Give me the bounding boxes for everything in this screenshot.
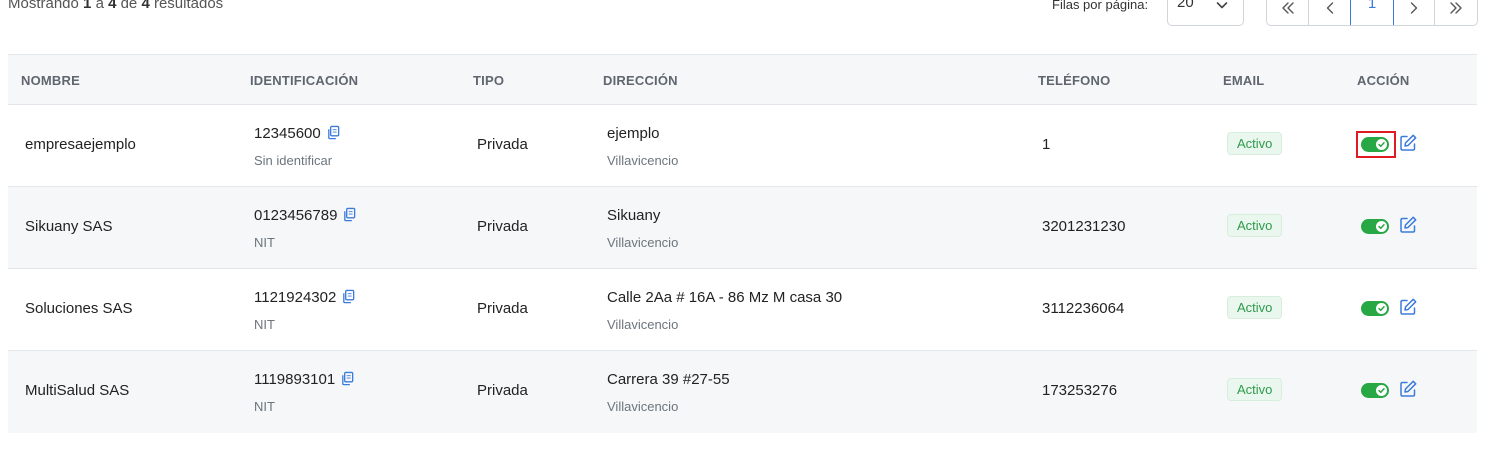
status-toggle[interactable]: [1361, 219, 1389, 234]
company-id-type: NIT: [254, 235, 275, 250]
company-id-type: NIT: [254, 399, 275, 414]
company-phone: 3112236064: [1042, 300, 1125, 317]
company-id-value: 0123456789: [254, 207, 338, 224]
company-type: Privada: [477, 382, 528, 399]
company-address: Carrera 39 #27-55: [607, 371, 730, 388]
summary-of: de: [120, 0, 138, 12]
company-id: 1121924302: [254, 289, 356, 306]
company-name: empresaejemplo: [25, 136, 136, 153]
company-address: Calle 2Aa # 16A - 86 Mz M casa 30: [607, 289, 843, 306]
company-city: Villavicencio: [607, 153, 679, 168]
toggle-knob: [1376, 221, 1387, 232]
chevron-right-icon: [1410, 2, 1417, 14]
header-type[interactable]: TIPO: [473, 73, 504, 88]
status-toggle[interactable]: [1361, 301, 1389, 316]
header-action: ACCIÓN: [1357, 73, 1410, 88]
company-address: ejemplo: [607, 125, 660, 142]
company-type: Privada: [477, 218, 528, 235]
check-icon: [1378, 224, 1385, 230]
summary-from: 1: [83, 0, 92, 12]
company-id-value: 1119893101: [254, 371, 336, 388]
status-badge: Activo: [1227, 214, 1283, 237]
highlight-box: [1356, 131, 1396, 158]
copy-icon[interactable]: [340, 371, 355, 386]
company-city: Villavicencio: [607, 235, 679, 250]
status-badge: Activo: [1227, 378, 1283, 401]
company-phone: 3201231230: [1042, 218, 1126, 235]
header-phone[interactable]: TELÉFONO: [1038, 73, 1110, 88]
company-city: Villavicencio: [607, 317, 679, 332]
next-page-button[interactable]: [1393, 0, 1435, 25]
rows-per-page-select[interactable]: 20: [1167, 0, 1244, 26]
header-id[interactable]: IDENTIFICACIÓN: [250, 73, 358, 88]
chevrons-left-icon: [1281, 2, 1294, 14]
table-header: NOMBRE IDENTIFICACIÓN TIPO DIRECCIÓN TEL…: [8, 54, 1477, 105]
company-type: Privada: [477, 136, 528, 153]
company-name: MultiSalud SAS: [25, 382, 130, 399]
header-address[interactable]: DIRECCIÓN: [603, 73, 678, 88]
summary-to: 4: [108, 0, 117, 12]
rows-per-page-value: 20: [1177, 0, 1194, 11]
summary-suffix: resultados: [153, 0, 224, 12]
company-name: Soluciones SAS: [25, 300, 133, 317]
status-toggle[interactable]: [1361, 383, 1389, 398]
chevron-left-icon: [1326, 2, 1333, 14]
status-badge: Activo: [1227, 296, 1283, 319]
summary-total: 4: [141, 0, 150, 12]
copy-icon[interactable]: [342, 207, 357, 222]
header-email[interactable]: EMAIL: [1223, 73, 1264, 88]
company-id: 0123456789: [254, 207, 357, 224]
chevron-down-icon: [1216, 2, 1228, 9]
table-row: Soluciones SAS 1121924302 NIT Privada Ca…: [8, 269, 1477, 351]
copy-icon[interactable]: [341, 289, 356, 304]
company-city: Villavicencio: [607, 399, 679, 414]
company-address: Sikuany: [607, 207, 661, 224]
company-id: 1119893101: [254, 371, 355, 388]
status-badge: Activo: [1227, 132, 1283, 155]
company-phone: 1: [1042, 136, 1051, 153]
results-summary: Mostrando 1 a 4 de 4 resultados: [8, 0, 223, 12]
companies-table: NOMBRE IDENTIFICACIÓN TIPO DIRECCIÓN TEL…: [8, 54, 1477, 433]
summary-connector: a: [95, 0, 104, 12]
toggle-knob: [1376, 303, 1387, 314]
prev-page-button[interactable]: [1309, 0, 1351, 25]
company-id-value: 12345600: [254, 125, 321, 142]
edit-icon[interactable]: [1398, 215, 1418, 235]
chevrons-right-icon: [1450, 2, 1462, 14]
edit-icon[interactable]: [1398, 133, 1418, 153]
table-row: MultiSalud SAS 1119893101 NIT Privada Ca…: [8, 351, 1477, 433]
edit-icon[interactable]: [1398, 379, 1418, 399]
last-page-button[interactable]: [1435, 0, 1477, 25]
edit-icon[interactable]: [1398, 297, 1418, 317]
company-phone: 173253276: [1042, 382, 1118, 399]
toggle-knob: [1376, 385, 1387, 396]
company-id: 12345600: [254, 125, 341, 142]
company-id-type: Sin identificar: [254, 153, 333, 168]
summary-prefix: Mostrando: [8, 0, 79, 12]
table-row: Sikuany SAS 0123456789 NIT Privada Sikua…: [8, 187, 1477, 269]
table-row: empresaejemplo 12345600 Sin identificar …: [8, 105, 1477, 187]
company-id-value: 1121924302: [254, 289, 337, 306]
company-id-type: NIT: [254, 317, 275, 332]
check-icon: [1378, 388, 1385, 394]
pagination: 1: [1266, 0, 1478, 26]
company-type: Privada: [477, 300, 528, 317]
first-page-button[interactable]: [1267, 0, 1309, 25]
check-icon: [1378, 306, 1385, 312]
header-name[interactable]: NOMBRE: [21, 73, 80, 88]
copy-icon[interactable]: [326, 125, 341, 140]
rows-per-page-label: Filas por página:: [1052, 0, 1149, 12]
page-button-current[interactable]: 1: [1350, 0, 1394, 25]
company-name: Sikuany SAS: [25, 218, 113, 235]
